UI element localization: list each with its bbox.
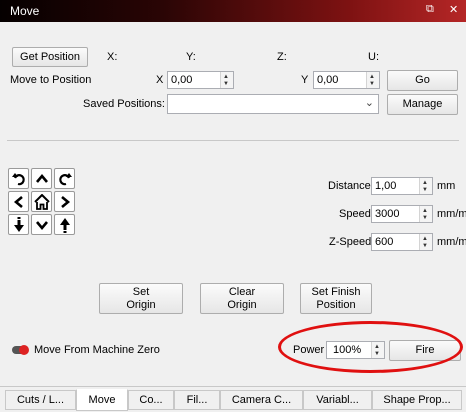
get-position-button[interactable]: Get Position bbox=[12, 47, 88, 67]
distance-spinbox[interactable]: 1,00 ▲ ▼ bbox=[371, 177, 433, 195]
z-up-icon[interactable] bbox=[54, 214, 75, 235]
x-position-spinbox[interactable]: 0,00 ▲ ▼ bbox=[167, 71, 234, 89]
distance-value: 1,00 bbox=[375, 180, 397, 192]
jog-left-icon[interactable] bbox=[8, 191, 29, 212]
z-speed-unit: mm/m bbox=[437, 236, 466, 248]
x-spin-arrows[interactable]: ▲ ▼ bbox=[220, 72, 233, 88]
z-speed-spinbox[interactable]: 600 ▲ ▼ bbox=[371, 233, 433, 251]
rotate-cw-icon[interactable] bbox=[54, 168, 75, 189]
x-field-label: X bbox=[156, 74, 164, 86]
x-readout-label: X: bbox=[107, 51, 118, 63]
jog-right-icon[interactable] bbox=[54, 191, 75, 212]
saved-positions-label: Saved Positions: bbox=[83, 98, 165, 110]
jog-up-icon[interactable] bbox=[31, 168, 52, 189]
z-speed-spin-arrows[interactable]: ▲ ▼ bbox=[419, 234, 432, 250]
highlight-ellipse bbox=[278, 321, 463, 373]
z-readout-label: Z: bbox=[277, 51, 287, 63]
tab-variable-text[interactable]: Variabl... bbox=[303, 390, 372, 410]
set-finish-position-button[interactable]: Set Finish Position bbox=[300, 283, 372, 314]
u-readout-label: U: bbox=[368, 51, 379, 63]
tab-cuts-layers[interactable]: Cuts / L... bbox=[5, 390, 76, 410]
speed-unit: mm/m bbox=[437, 208, 466, 220]
z-down-icon[interactable] bbox=[8, 214, 29, 235]
divider bbox=[7, 140, 459, 141]
home-icon[interactable] bbox=[31, 191, 52, 212]
move-from-machine-zero-label: Move From Machine Zero bbox=[34, 344, 160, 356]
close-icon[interactable]: ✕ bbox=[449, 3, 458, 16]
speed-label: Speed bbox=[339, 208, 371, 220]
clear-origin-button[interactable]: Clear Origin bbox=[200, 283, 284, 314]
tab-move[interactable]: Move bbox=[76, 389, 128, 411]
window-title: Move bbox=[10, 4, 40, 18]
restore-icon[interactable]: ⧉ bbox=[426, 3, 434, 16]
tab-shape-properties[interactable]: Shape Prop... bbox=[372, 390, 462, 410]
tab-console[interactable]: Co... bbox=[128, 390, 174, 410]
tab-camera-control[interactable]: Camera C... bbox=[220, 390, 303, 410]
y-readout-label: Y: bbox=[186, 51, 196, 63]
set-origin-button[interactable]: Set Origin bbox=[99, 283, 183, 314]
x-position-value: 0,00 bbox=[171, 74, 193, 86]
move-from-machine-zero-toggle[interactable] bbox=[12, 345, 29, 355]
move-to-position-label: Move to Position bbox=[10, 74, 92, 86]
y-position-spinbox[interactable]: 0,00 ▲ ▼ bbox=[313, 71, 380, 89]
go-button[interactable]: Go bbox=[387, 70, 458, 91]
distance-spin-arrows[interactable]: ▲ ▼ bbox=[419, 178, 432, 194]
rotate-ccw-icon[interactable] bbox=[8, 168, 29, 189]
y-field-label: Y bbox=[301, 74, 309, 86]
z-speed-label: Z-Speed bbox=[329, 236, 372, 248]
distance-label: Distance bbox=[328, 180, 371, 192]
speed-value: 3000 bbox=[375, 208, 400, 220]
distance-unit: mm bbox=[437, 180, 456, 192]
tab-file-list[interactable]: Fil... bbox=[174, 390, 220, 410]
chevron-down-icon[interactable]: ⌄ bbox=[365, 96, 374, 109]
y-spin-arrows[interactable]: ▲ ▼ bbox=[366, 72, 379, 88]
speed-spin-arrows[interactable]: ▲ ▼ bbox=[419, 206, 432, 222]
y-position-value: 0,00 bbox=[317, 74, 339, 86]
window-title-bar bbox=[0, 0, 466, 22]
speed-spinbox[interactable]: 3000 ▲ ▼ bbox=[371, 205, 433, 223]
saved-positions-combo[interactable]: ⌄ bbox=[167, 94, 379, 114]
jog-down-icon[interactable] bbox=[31, 214, 52, 235]
manage-button[interactable]: Manage bbox=[387, 94, 458, 115]
z-speed-value: 600 bbox=[375, 236, 394, 248]
